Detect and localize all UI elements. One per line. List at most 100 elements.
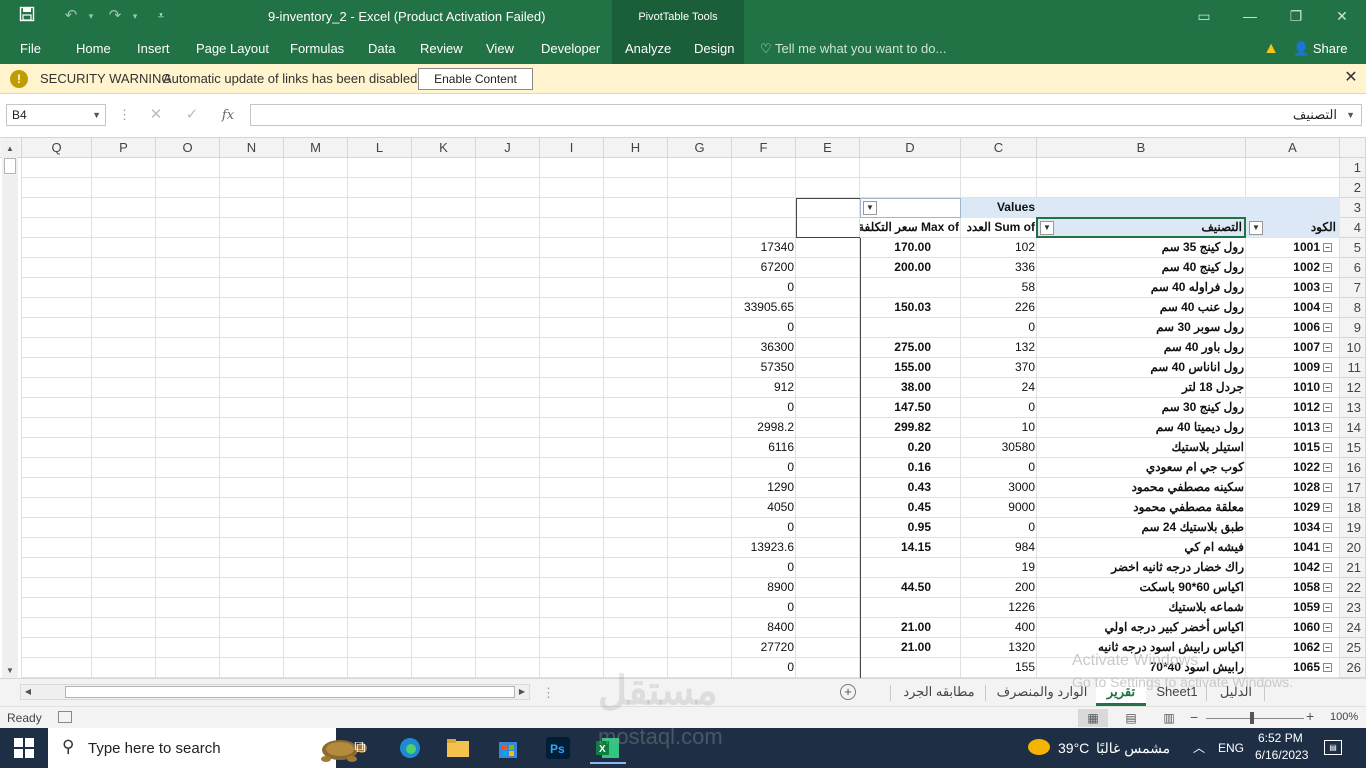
column-header[interactable]: Q (22, 138, 92, 158)
redo-icon[interactable]: ↷ (104, 6, 126, 26)
collapse-icon[interactable]: − (1323, 483, 1332, 493)
pivot-row-code[interactable]: 1042− (1246, 558, 1340, 578)
pivot-row-max-cost[interactable]: 44.50 (860, 578, 961, 598)
column-header[interactable]: D (860, 138, 961, 158)
pivot-row-max-cost[interactable]: 299.82 (860, 418, 961, 438)
collapse-icon[interactable]: − (1323, 283, 1332, 293)
row-header[interactable]: 23 (1340, 598, 1366, 618)
row-header[interactable]: 9 (1340, 318, 1366, 338)
pivot-row-code[interactable]: 1022− (1246, 458, 1340, 478)
cell-f-value[interactable]: 57350 (732, 358, 796, 378)
minimize-icon[interactable]: — (1236, 5, 1264, 27)
pivot-row-code[interactable]: 1060− (1246, 618, 1340, 638)
pivot-row-sum-qty[interactable]: 226 (961, 298, 1037, 318)
pivot-row-sum-qty[interactable]: 24 (961, 378, 1037, 398)
row-header[interactable]: 21 (1340, 558, 1366, 578)
column-header[interactable]: C (961, 138, 1037, 158)
enable-content-button[interactable]: Enable Content (418, 68, 533, 90)
cancel-icon[interactable]: ✕ (142, 104, 170, 126)
collapse-icon[interactable]: − (1323, 423, 1332, 433)
row-header[interactable]: 20 (1340, 538, 1366, 558)
pivot-row-category[interactable]: راك خضار درجه ثانيه اخضر (1037, 558, 1246, 578)
formula-bar-grip-icon[interactable]: ⋮ (118, 104, 131, 126)
tab-insert[interactable]: Insert (137, 34, 170, 64)
cell-f-value[interactable]: 1290 (732, 478, 796, 498)
collapse-icon[interactable]: − (1323, 583, 1332, 593)
row-header[interactable]: 24 (1340, 618, 1366, 638)
collapse-icon[interactable]: − (1323, 663, 1332, 673)
pivot-row-category[interactable]: رول فراوله 40 سم (1037, 278, 1246, 298)
collapse-icon[interactable]: − (1323, 543, 1332, 553)
photoshop-icon[interactable]: Ps (540, 732, 576, 764)
column-header[interactable]: N (220, 138, 284, 158)
close-icon[interactable]: ✕ (1343, 69, 1359, 87)
zoom-in-icon[interactable]: + (1306, 708, 1314, 724)
row-header[interactable]: 25 (1340, 638, 1366, 658)
sheet-tab-matching-inventory[interactable]: مطابقه الجرد (893, 679, 985, 706)
pivot-row-max-cost[interactable]: 0.20 (860, 438, 961, 458)
expand-formula-icon[interactable]: ▼ (1346, 105, 1355, 125)
pivot-row-category[interactable]: رول سوبر 30 سم (1037, 318, 1246, 338)
column-header[interactable]: H (604, 138, 668, 158)
cell-f-value[interactable]: 13923.6 (732, 538, 796, 558)
restore-icon[interactable]: ❐ (1282, 5, 1310, 27)
column-header[interactable]: F (732, 138, 796, 158)
redo-dropdown-icon[interactable]: ▾ (124, 6, 146, 26)
ribbon-display-options-icon[interactable]: ▭ (1190, 5, 1218, 27)
tab-analyze[interactable]: Analyze (625, 34, 671, 64)
row-header[interactable]: 2 (1340, 178, 1366, 198)
tab-review[interactable]: Review (420, 34, 463, 64)
row-header[interactable]: 17 (1340, 478, 1366, 498)
row-header[interactable]: 10 (1340, 338, 1366, 358)
zoom-slider[interactable] (1206, 718, 1304, 719)
tab-data[interactable]: Data (368, 34, 395, 64)
row-header[interactable]: 26 (1340, 658, 1366, 678)
cell-f-value[interactable]: 6116 (732, 438, 796, 458)
pivot-row-code[interactable]: 1007− (1246, 338, 1340, 358)
pivot-row-sum-qty[interactable]: 400 (961, 618, 1037, 638)
pivot-row-category[interactable]: رول كينج 30 سم (1037, 398, 1246, 418)
worksheet-grid[interactable]: Q P O N M L K J I H G F E D C B A 1 2 3 4 5 6 7 8 9 10 11 12 13 14 15 16… (0, 138, 1366, 678)
task-view-icon[interactable]: ⧉ (342, 732, 378, 764)
collapse-icon[interactable]: − (1323, 623, 1332, 633)
pivot-row-category[interactable]: جردل 18 لتر (1037, 378, 1246, 398)
collapse-icon[interactable]: − (1323, 603, 1332, 613)
pivot-row-code[interactable]: 1002− (1246, 258, 1340, 278)
cell-f-value[interactable]: 0 (732, 518, 796, 538)
edge-icon[interactable] (392, 732, 428, 764)
cell-f-value[interactable]: 8900 (732, 578, 796, 598)
pivot-row-sum-qty[interactable]: 3000 (961, 478, 1037, 498)
save-icon[interactable] (16, 6, 38, 26)
tab-split-grip-icon[interactable]: ⋮ (542, 685, 555, 701)
collapse-icon[interactable]: − (1323, 443, 1332, 453)
weather-widget[interactable]: 39°C مشمس غالبًا (1028, 728, 1178, 768)
tab-design[interactable]: Design (694, 34, 734, 64)
pivot-row-code[interactable]: 1010− (1246, 378, 1340, 398)
new-sheet-button[interactable]: + (840, 684, 856, 700)
warning-icon[interactable]: ▲ (1262, 40, 1280, 57)
pivot-row-code[interactable]: 1041− (1246, 538, 1340, 558)
enter-icon[interactable]: ✓ (178, 104, 206, 126)
share-button[interactable]: 👤 Share (1293, 37, 1357, 61)
pivot-row-max-cost[interactable]: 200.00 (860, 258, 961, 278)
pivot-row-sum-qty[interactable]: 0 (961, 318, 1037, 338)
pivot-row-max-cost[interactable]: 275.00 (860, 338, 961, 358)
column-header[interactable]: P (92, 138, 156, 158)
tab-home[interactable]: Home (76, 34, 111, 64)
cell-f-value[interactable]: 0 (732, 278, 796, 298)
scroll-thumb[interactable] (4, 158, 16, 174)
language-indicator[interactable]: ENG (1218, 728, 1244, 768)
pivot-row-sum-qty[interactable]: 200 (961, 578, 1037, 598)
file-explorer-icon[interactable] (440, 732, 476, 764)
cell-f-value[interactable]: 0 (732, 318, 796, 338)
collapse-icon[interactable]: − (1323, 263, 1332, 273)
tab-view[interactable]: View (486, 34, 514, 64)
row-header[interactable]: 3 (1340, 198, 1366, 218)
undo-dropdown-icon[interactable]: ▾ (80, 6, 102, 26)
row-header[interactable]: 15 (1340, 438, 1366, 458)
pivot-row-sum-qty[interactable]: 9000 (961, 498, 1037, 518)
pivot-row-category[interactable]: رول اناناس 40 سم (1037, 358, 1246, 378)
pivot-row-category[interactable]: رول ديميتا 40 سم (1037, 418, 1246, 438)
pivot-row-category[interactable]: فيشه ام كي (1037, 538, 1246, 558)
cell-f-value[interactable]: 912 (732, 378, 796, 398)
